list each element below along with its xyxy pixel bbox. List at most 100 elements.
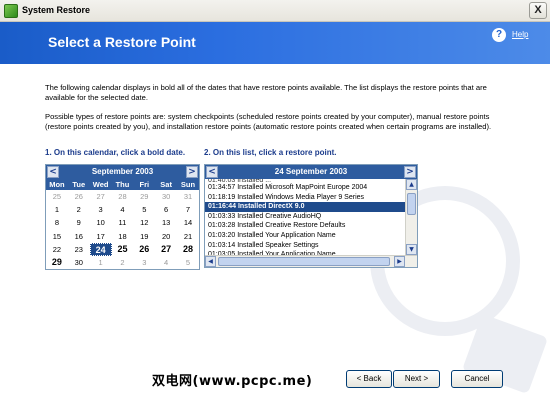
site-watermark-text: 双电网(www.pcpc.me) xyxy=(152,374,313,389)
calendar-day[interactable]: 21 xyxy=(177,230,199,243)
help-icon[interactable]: ? xyxy=(492,28,506,42)
calendar-day[interactable]: 25 xyxy=(46,190,68,203)
calendar-week-row: 1234567 xyxy=(46,203,199,216)
help-link[interactable]: Help xyxy=(512,30,528,39)
calendar-day[interactable]: 4 xyxy=(155,256,177,269)
calendar-day[interactable]: 31 xyxy=(177,190,199,203)
scroll-left-arrow-icon[interactable]: ◀ xyxy=(205,256,216,267)
calendar-day[interactable]: 10 xyxy=(90,216,112,229)
next-button[interactable]: Next > xyxy=(393,370,440,388)
weekday-label: Thu xyxy=(115,180,130,189)
calendar: < September 2003 > Mon Tue Wed Thu Fri S… xyxy=(45,164,200,270)
calendar-day[interactable]: 11 xyxy=(112,216,134,229)
step-2-label: 2. On this list, click a restore point. xyxy=(204,148,337,157)
weekday-label: Fri xyxy=(139,180,150,189)
calendar-day[interactable]: 3 xyxy=(133,256,155,269)
back-button[interactable]: < Back xyxy=(346,370,392,388)
calendar-day[interactable]: 22 xyxy=(46,243,68,256)
calendar-week-row: 15 16 17 18 19 20 21 xyxy=(46,230,199,243)
calendar-day[interactable]: 9 xyxy=(68,216,90,229)
restore-list-next-day-button[interactable]: > xyxy=(404,166,416,178)
page-heading: Select a Restore Point xyxy=(48,34,196,50)
weekday-label: Sun xyxy=(180,180,196,189)
system-restore-app-icon xyxy=(4,4,18,18)
header-banner: Select a Restore Point ? Help xyxy=(0,22,550,64)
restore-list-prev-day-button[interactable]: < xyxy=(206,166,218,178)
horizontal-scroll-thumb[interactable] xyxy=(218,257,390,266)
restore-point-item[interactable]: 01:03:28 Installed Creative Restore Defa… xyxy=(205,221,405,231)
calendar-day[interactable]: 28 xyxy=(177,243,199,256)
restore-point-item-selected[interactable]: 01:16:44 Installed DirectX 9.0 xyxy=(205,202,405,212)
cancel-button[interactable]: Cancel xyxy=(451,370,503,388)
calendar-day[interactable]: 12 xyxy=(133,216,155,229)
restore-point-item[interactable]: 01:18:19 Installed Windows Media Player … xyxy=(205,193,405,203)
calendar-day[interactable]: 16 xyxy=(68,230,90,243)
restore-point-item[interactable]: 01:03:33 Installed Creative AudioHQ xyxy=(205,212,405,222)
restore-list-header: < 24 September 2003 > xyxy=(205,165,417,179)
content-area: The following calendar displays in bold … xyxy=(0,64,550,406)
calendar-week-row: 29 30 1 2 3 4 5 xyxy=(46,256,199,269)
window-title: System Restore xyxy=(22,5,91,15)
restore-point-item[interactable]: 01:03:14 Installed Speaker Settings xyxy=(205,241,405,251)
restore-list-date-title: 24 September 2003 xyxy=(274,167,348,176)
restore-point-item[interactable]: 01:34:57 Installed Microsoft MapPoint Eu… xyxy=(205,183,405,193)
vertical-scrollbar[interactable]: ▲ ▼ xyxy=(405,179,417,255)
calendar-day[interactable]: 15 xyxy=(46,230,68,243)
calendar-day[interactable]: 6 xyxy=(155,203,177,216)
calendar-day[interactable]: 17 xyxy=(90,230,112,243)
calendar-day[interactable]: 29 xyxy=(133,190,155,203)
scroll-down-arrow-icon[interactable]: ▼ xyxy=(406,244,417,255)
calendar-day[interactable]: 5 xyxy=(177,256,199,269)
calendar-day[interactable]: 20 xyxy=(155,230,177,243)
title-bar: System Restore X xyxy=(0,0,550,22)
close-button[interactable]: X xyxy=(529,2,547,19)
calendar-day[interactable]: 2 xyxy=(112,256,134,269)
calendar-day[interactable]: 1 xyxy=(46,203,68,216)
calendar-day[interactable]: 18 xyxy=(112,230,134,243)
scroll-right-arrow-icon[interactable]: ▶ xyxy=(394,256,405,267)
calendar-day-selected[interactable]: 24 xyxy=(89,242,112,256)
restore-point-item[interactable]: 01:03:20 Installed Your Application Name xyxy=(205,231,405,241)
calendar-header: < September 2003 > xyxy=(46,165,199,179)
restore-list-items: 01:40:03 Installed ... 01:34:57 Installed… xyxy=(205,179,405,255)
calendar-day[interactable]: 28 xyxy=(112,190,134,203)
calendar-day[interactable]: 8 xyxy=(46,216,68,229)
step-1-label: 1. On this calendar, click a bold date. xyxy=(45,148,186,157)
scroll-up-arrow-icon[interactable]: ▲ xyxy=(406,179,417,190)
calendar-month-title: September 2003 xyxy=(91,167,154,176)
calendar-day[interactable]: 13 xyxy=(155,216,177,229)
calendar-day[interactable]: 2 xyxy=(68,203,90,216)
calendar-day[interactable]: 4 xyxy=(112,203,134,216)
calendar-day[interactable]: 30 xyxy=(68,256,90,269)
weekday-label: Mon xyxy=(49,180,65,189)
calendar-prev-month-button[interactable]: < xyxy=(47,166,59,178)
calendar-day[interactable]: 14 xyxy=(177,216,199,229)
calendar-day[interactable]: 29 xyxy=(46,256,68,269)
calendar-day[interactable]: 25 xyxy=(112,243,134,256)
instruction-paragraph-1: The following calendar displays in bold … xyxy=(45,83,487,102)
restore-point-list: < 24 September 2003 > 01:40:03 Installed… xyxy=(204,164,418,268)
calendar-day[interactable]: 7 xyxy=(177,203,199,216)
calendar-day[interactable]: 5 xyxy=(133,203,155,216)
calendar-day[interactable]: 26 xyxy=(133,243,155,256)
calendar-day[interactable]: 3 xyxy=(90,203,112,216)
calendar-week-row: 8 9 10 11 12 13 14 xyxy=(46,216,199,229)
instruction-paragraph-2: Possible types of restore points are: sy… xyxy=(45,112,492,131)
calendar-week-row: 22 23 24 25 26 27 28 xyxy=(46,242,199,256)
weekday-header-row: Mon Tue Wed Thu Fri Sat Sun xyxy=(46,179,199,190)
horizontal-scrollbar[interactable]: ◀ ▶ xyxy=(205,255,417,267)
calendar-next-month-button[interactable]: > xyxy=(186,166,198,178)
calendar-week-row: 25 26 27 28 29 30 31 xyxy=(46,190,199,203)
calendar-day[interactable]: 27 xyxy=(155,243,177,256)
calendar-grid: Mon Tue Wed Thu Fri Sat Sun 25 26 27 28 29 30… xyxy=(46,179,199,269)
weekday-label: Tue xyxy=(72,180,86,189)
vertical-scroll-thumb[interactable] xyxy=(407,193,416,215)
calendar-day[interactable]: 23 xyxy=(68,243,90,256)
calendar-day[interactable]: 19 xyxy=(133,230,155,243)
weekday-label: Wed xyxy=(92,180,109,189)
weekday-label: Sat xyxy=(160,180,172,189)
calendar-day[interactable]: 30 xyxy=(155,190,177,203)
calendar-day[interactable]: 26 xyxy=(68,190,90,203)
calendar-day[interactable]: 1 xyxy=(90,256,112,269)
calendar-day[interactable]: 27 xyxy=(90,190,112,203)
